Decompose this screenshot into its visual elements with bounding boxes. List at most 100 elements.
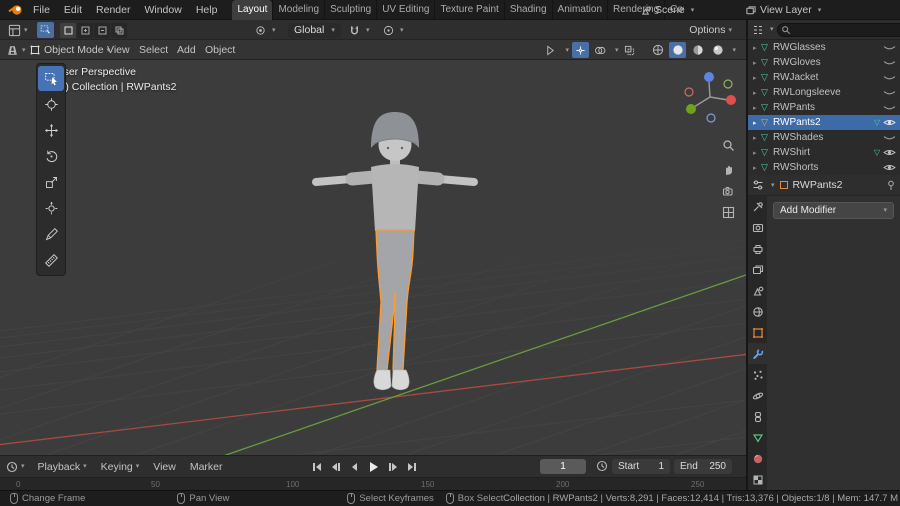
perspective-toggle-icon[interactable] [719, 203, 737, 221]
disclosure-icon[interactable]: ▸ [753, 89, 761, 97]
play-reverse-button[interactable] [346, 459, 363, 474]
frame-start-field[interactable]: Start 1 [612, 459, 670, 474]
gizmo-toggle-icon[interactable] [571, 42, 589, 58]
active-tool-button[interactable] [37, 22, 54, 38]
properties-tab-data-icon[interactable] [748, 427, 767, 448]
eye-closed-icon[interactable] [883, 43, 896, 52]
select-mode-subtract-button[interactable] [94, 22, 110, 38]
workspace-tab[interactable]: Shading [503, 0, 552, 20]
properties-tab-object-icon[interactable] [748, 322, 767, 343]
outliner-row[interactable]: ▸ ▽ RWPants2 ▽ [748, 115, 900, 130]
properties-tab-texture-icon[interactable] [748, 469, 767, 490]
viewport-3d[interactable]: User Perspective (1) Collection | RWPant… [0, 60, 746, 455]
shading-solid-icon[interactable] [669, 42, 687, 58]
frame-end-field[interactable]: End 250 [674, 459, 732, 474]
menu-render[interactable]: Render [89, 0, 137, 20]
shading-rendered-icon[interactable] [709, 42, 726, 58]
properties-tab-modifiers-icon[interactable] [748, 343, 767, 364]
add-modifier-button[interactable]: Add Modifier ▾ [773, 202, 894, 219]
properties-editor-icon[interactable] [752, 179, 764, 191]
play-button[interactable] [365, 459, 382, 474]
menu-help[interactable]: Help [189, 0, 225, 20]
mode-dropdown[interactable]: Object Mode ▾ [30, 40, 110, 60]
tool-move[interactable] [38, 118, 64, 143]
prev-keyframe-button[interactable] [327, 459, 344, 474]
disclosure-icon[interactable]: ▸ [753, 119, 761, 127]
eye-open-icon[interactable] [883, 118, 896, 127]
scene-selector[interactable]: Scene ▾ [640, 0, 694, 20]
viewport-menu-object[interactable]: Object [198, 40, 242, 60]
outliner-row[interactable]: ▸ ▽ RWShorts ▽ [748, 160, 900, 175]
pivot-point-button[interactable]: ▾ [252, 23, 276, 39]
shading-material-icon[interactable] [689, 42, 706, 58]
tool-measure[interactable] [38, 248, 64, 273]
options-dropdown[interactable]: Options ▾ [689, 20, 732, 40]
outliner-search-input[interactable] [776, 22, 900, 37]
properties-tab-world-icon[interactable] [748, 301, 767, 322]
blender-logo-icon[interactable] [6, 2, 24, 18]
workspace-tab[interactable]: Sculpting [324, 0, 376, 20]
properties-tab-output-icon[interactable] [748, 238, 767, 259]
tool-rotate[interactable] [38, 144, 64, 169]
eye-open-icon[interactable] [883, 148, 896, 157]
jump-to-end-button[interactable] [403, 459, 420, 474]
menu-file[interactable]: File [26, 0, 57, 20]
outliner-row[interactable]: ▸ ▽ RWShades ▽ [748, 130, 900, 145]
menu-edit[interactable]: Edit [57, 0, 89, 20]
select-mode-extend-button[interactable] [77, 22, 93, 38]
timeline-menu-marker[interactable]: Marker [183, 457, 230, 477]
disclosure-icon[interactable]: ▸ [753, 59, 761, 67]
tool-transform[interactable] [38, 196, 64, 221]
disclosure-icon[interactable]: ▸ [753, 134, 761, 142]
viewport-menu-select[interactable]: Select [132, 40, 175, 60]
snap-toggle-button[interactable]: ▾ [346, 23, 370, 39]
tool-cursor[interactable] [38, 92, 64, 117]
pan-hand-icon[interactable] [719, 160, 737, 178]
timeline-menu-playback[interactable]: Playback ▾ [31, 457, 94, 477]
properties-tab-constraints-icon[interactable] [748, 406, 767, 427]
editor-type-button[interactable]: ▾ [2, 20, 34, 40]
disclosure-icon[interactable]: ▸ [753, 149, 761, 157]
outliner-row[interactable]: ▸ ▽ RWGlasses ▽ [748, 40, 900, 55]
tool-select-box[interactable] [38, 66, 64, 91]
properties-tab-physics-icon[interactable] [748, 385, 767, 406]
timeline-ruler[interactable]: 0 50 100 150 200 250 [0, 477, 746, 490]
timeline-menu-keying[interactable]: Keying ▾ [94, 457, 147, 477]
pin-icon[interactable] [886, 180, 896, 191]
properties-tab-particles-icon[interactable] [748, 364, 767, 385]
properties-tab-material-icon[interactable] [748, 448, 767, 469]
tool-scale[interactable] [38, 170, 64, 195]
select-mode-set-button[interactable] [60, 22, 76, 38]
outliner-row[interactable]: ▸ ▽ RWJacket ▽ [748, 70, 900, 85]
workspace-tab[interactable]: UV Editing [376, 0, 434, 20]
transform-orientation-dropdown[interactable]: Global ▾ [288, 22, 341, 38]
workspace-tab[interactable]: Layout [232, 0, 273, 20]
camera-view-icon[interactable] [719, 182, 737, 200]
timeline-menu-view[interactable]: View [146, 457, 183, 477]
disclosure-icon[interactable]: ▸ [753, 164, 761, 172]
disclosure-icon[interactable]: ▸ [753, 104, 761, 112]
xray-toggle-icon[interactable] [621, 42, 638, 58]
viewport-editor-type-button[interactable]: ▾ [2, 40, 30, 60]
disclosure-icon[interactable]: ▸ [753, 74, 761, 82]
eye-closed-icon[interactable] [883, 103, 896, 112]
outliner-row[interactable]: ▸ ▽ RWPants ▽ [748, 100, 900, 115]
proportional-edit-button[interactable]: ▾ [380, 23, 404, 39]
outliner-row[interactable]: ▸ ▽ RWGloves ▽ [748, 55, 900, 70]
properties-tab-tool-icon[interactable] [748, 196, 767, 217]
object-visibility-icon[interactable] [542, 42, 559, 58]
select-mode-invert-button[interactable] [111, 22, 127, 38]
next-keyframe-button[interactable] [384, 459, 401, 474]
workspace-tab[interactable]: Texture Paint [434, 0, 503, 20]
disclosure-icon[interactable]: ▸ [753, 44, 761, 52]
eye-closed-icon[interactable] [883, 88, 896, 97]
tool-annotate[interactable] [38, 222, 64, 247]
outliner-editor-icon[interactable] [752, 24, 764, 36]
workspace-tab[interactable]: Animation [551, 0, 607, 20]
view-layer-selector[interactable]: View Layer ▾ [745, 0, 821, 20]
eye-closed-icon[interactable] [883, 73, 896, 82]
eye-closed-icon[interactable] [883, 58, 896, 67]
jump-to-start-button[interactable] [308, 459, 325, 474]
zoom-icon[interactable] [719, 136, 737, 154]
current-frame-field[interactable]: 1 [540, 459, 586, 474]
